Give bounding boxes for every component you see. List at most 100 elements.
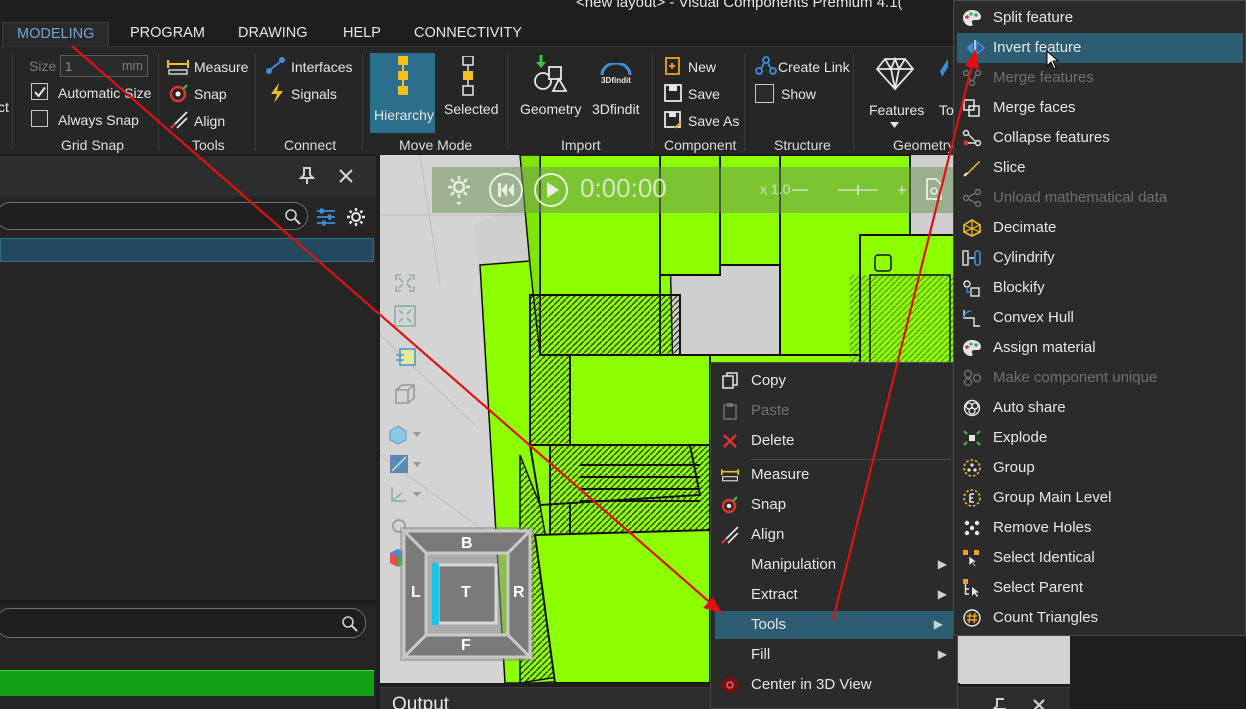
menu-item-snap[interactable]: Snap bbox=[711, 491, 957, 519]
copy-icon bbox=[722, 372, 738, 389]
merge-faces-icon bbox=[963, 99, 980, 117]
box-view-icon[interactable] bbox=[394, 383, 416, 405]
snap-icon bbox=[721, 496, 738, 514]
submenu-item-merge-faces[interactable]: Merge faces bbox=[954, 93, 1245, 123]
fit-selection-icon[interactable] bbox=[394, 305, 416, 327]
submenu-item-slice[interactable]: Slice bbox=[954, 153, 1245, 183]
submenu-item-invert-feature[interactable]: Invert feature bbox=[957, 33, 1243, 63]
align-button[interactable]: Align bbox=[194, 113, 225, 129]
menu-item-paste[interactable]: Paste bbox=[711, 397, 957, 425]
geometry-import-button[interactable]: Geometry bbox=[520, 101, 581, 117]
tab-connectivity[interactable]: CONNECTIVITY bbox=[414, 22, 522, 46]
gear-icon[interactable] bbox=[346, 207, 366, 227]
navcube-top[interactable]: T bbox=[461, 584, 471, 602]
menu-item-tools[interactable]: Tools ▶ bbox=[715, 611, 953, 639]
collapse-icon bbox=[962, 129, 982, 147]
submenu-item-group-main-level[interactable]: Group Main Level bbox=[954, 483, 1245, 513]
blockify-icon bbox=[963, 280, 980, 297]
tab-drawing[interactable]: DRAWING bbox=[238, 22, 308, 46]
submenu-item-select-identical[interactable]: Select Identical bbox=[954, 543, 1245, 573]
submenu-item-make-component-unique[interactable]: Make component unique bbox=[954, 363, 1245, 393]
selected-button[interactable]: Selected bbox=[444, 101, 498, 117]
grid-view-icon[interactable] bbox=[388, 453, 422, 475]
create-link-button[interactable]: Create Link bbox=[778, 59, 850, 75]
submenu-item-select-parent[interactable]: Select Parent bbox=[954, 573, 1245, 603]
navcube-right[interactable]: R bbox=[513, 584, 525, 602]
simulation-settings-icon[interactable] bbox=[446, 174, 472, 206]
filter-settings-icon[interactable] bbox=[316, 207, 336, 227]
navcube-left[interactable]: L bbox=[411, 584, 421, 602]
submenu-item-label: Select Parent bbox=[993, 579, 1084, 596]
submenu-item-explode[interactable]: Explode bbox=[954, 423, 1245, 453]
submenu-item-label: Collapse features bbox=[993, 129, 1110, 146]
tab-help[interactable]: HELP bbox=[343, 22, 381, 46]
tab-modeling[interactable]: MODELING bbox=[2, 22, 110, 46]
connect-group-title: Connect bbox=[284, 137, 337, 153]
group-separator bbox=[853, 53, 854, 151]
submenu-item-decimate[interactable]: Decimate bbox=[954, 213, 1245, 243]
automatic-size-checkbox[interactable] bbox=[31, 83, 48, 100]
render-mode-icon[interactable] bbox=[388, 423, 422, 445]
menu-item-measure[interactable]: Measure bbox=[711, 461, 957, 489]
search-input[interactable] bbox=[0, 202, 308, 230]
3dfindit-button[interactable]: 3Dfindit bbox=[592, 101, 639, 117]
submenu-item-auto-share[interactable]: Auto share bbox=[954, 393, 1245, 423]
submenu-item-label: Convex Hull bbox=[993, 309, 1074, 326]
menu-item-delete[interactable]: Delete bbox=[711, 427, 957, 455]
submenu-item-blockify[interactable]: Blockify bbox=[954, 273, 1245, 303]
signals-button[interactable]: Signals bbox=[291, 86, 337, 102]
menu-item-fill[interactable]: Fill ▶ bbox=[711, 641, 957, 669]
submenu-item-unload-mathematical-data[interactable]: Unload mathematical data bbox=[954, 183, 1245, 213]
submenu-item-split-feature[interactable]: Split feature bbox=[954, 3, 1245, 33]
measure-button[interactable]: Measure bbox=[194, 59, 248, 75]
snap-icon bbox=[169, 83, 189, 106]
submenu-item-count-triangles[interactable]: Count Triangles bbox=[954, 603, 1245, 633]
auto-share-icon bbox=[963, 399, 981, 417]
navcube-front[interactable]: F bbox=[461, 637, 471, 655]
unique-icon bbox=[963, 369, 982, 387]
tab-program[interactable]: PROGRAM bbox=[130, 22, 205, 46]
save-as-button[interactable]: Save As bbox=[688, 113, 739, 129]
selected-tree-row[interactable] bbox=[0, 238, 374, 262]
submenu-item-collapse-features[interactable]: Collapse features bbox=[954, 123, 1245, 153]
selected-list-row[interactable] bbox=[0, 670, 374, 696]
fit-all-icon[interactable] bbox=[394, 273, 416, 293]
menu-item-extract[interactable]: Extract ▶ bbox=[711, 581, 957, 609]
orthographic-icon[interactable] bbox=[394, 347, 418, 369]
axis-icon[interactable] bbox=[388, 483, 422, 505]
interfaces-button[interactable]: Interfaces bbox=[291, 59, 352, 75]
document-icon[interactable] bbox=[924, 178, 944, 200]
search-input-2[interactable] bbox=[0, 608, 366, 638]
menu-item-center-in-3d-view[interactable]: Center in 3D View bbox=[711, 671, 957, 699]
move-mode-group-title: Move Mode bbox=[399, 137, 473, 153]
close-icon[interactable] bbox=[1032, 698, 1046, 709]
count-triangles-icon bbox=[963, 609, 981, 627]
show-structure-checkbox[interactable] bbox=[755, 84, 774, 103]
save-button[interactable]: Save bbox=[688, 86, 720, 102]
navigation-cube[interactable]: B T L R F bbox=[400, 527, 534, 661]
submenu-item-convex-hull[interactable]: Convex Hull bbox=[954, 303, 1245, 333]
close-icon[interactable] bbox=[338, 168, 354, 184]
select-identical-icon bbox=[963, 550, 979, 567]
pin-icon[interactable] bbox=[299, 167, 315, 185]
features-button[interactable]: Features bbox=[869, 102, 924, 118]
geometry-tools-button[interactable]: To bbox=[939, 102, 954, 118]
menu-item-manipulation[interactable]: Manipulation ▶ bbox=[711, 551, 957, 579]
menu-item-copy[interactable]: Copy bbox=[711, 367, 957, 395]
menu-item-align[interactable]: Align bbox=[711, 521, 957, 549]
reset-simulation-icon[interactable] bbox=[488, 172, 524, 208]
hierarchy-button[interactable]: Hierarchy bbox=[370, 53, 435, 133]
submenu-item-label: Merge faces bbox=[993, 99, 1076, 116]
submenu-item-assign-material[interactable]: Assign material bbox=[954, 333, 1245, 363]
navcube-back[interactable]: B bbox=[461, 535, 473, 553]
submenu-item-cylindrify[interactable]: Cylindrify bbox=[954, 243, 1245, 273]
submenu-item-merge-features[interactable]: Merge features bbox=[954, 63, 1245, 93]
submenu-item-group[interactable]: Group bbox=[954, 453, 1245, 483]
new-component-button[interactable]: New bbox=[688, 59, 716, 75]
menu-item-label: Copy bbox=[751, 372, 787, 389]
always-snap-checkbox[interactable] bbox=[31, 110, 48, 127]
pin-icon[interactable] bbox=[992, 698, 1008, 709]
play-icon[interactable] bbox=[533, 172, 569, 208]
snap-button[interactable]: Snap bbox=[194, 86, 227, 102]
submenu-item-remove-holes[interactable]: Remove Holes bbox=[954, 513, 1245, 543]
